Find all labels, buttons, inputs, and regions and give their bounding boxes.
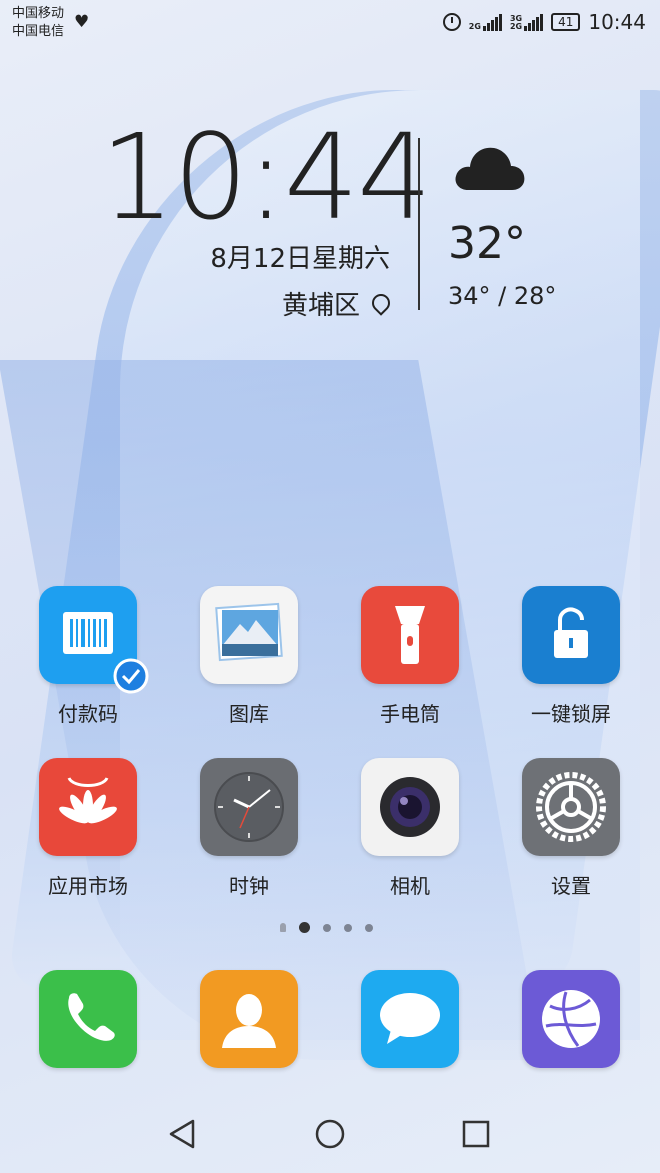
status-bar: 中国移动 中国电信 ♥ 2G 3G 2G 41 10:44 bbox=[0, 0, 660, 46]
health-icon: ♥ bbox=[74, 12, 90, 32]
flashlight-icon bbox=[361, 586, 459, 684]
app-label: 一键锁屏 bbox=[531, 702, 611, 726]
app-camera[interactable]: 相机 bbox=[340, 758, 480, 899]
messages-icon bbox=[361, 970, 459, 1068]
page-dot[interactable] bbox=[323, 923, 331, 932]
signal-icon bbox=[482, 13, 502, 31]
cloud-icon bbox=[455, 147, 525, 190]
page-dot[interactable] bbox=[365, 923, 373, 932]
gallery-icon bbox=[200, 586, 298, 684]
clock-icon bbox=[200, 758, 298, 856]
alarm-icon bbox=[442, 13, 461, 31]
carrier-1: 中国移动 bbox=[12, 6, 65, 21]
clock-time: 10:44 bbox=[100, 108, 432, 246]
status-time: 10:44 bbox=[588, 10, 646, 34]
signal-2: 3G 2G bbox=[509, 13, 544, 31]
app-label: 设置 bbox=[551, 874, 591, 898]
app-label: 应用市场 bbox=[48, 874, 128, 898]
page-dot-home[interactable] bbox=[280, 923, 286, 932]
carrier-labels: 中国移动 中国电信 bbox=[12, 5, 64, 41]
battery-icon: 41 bbox=[551, 13, 581, 31]
dock-contacts[interactable] bbox=[179, 970, 319, 1068]
app-label: 付款码 bbox=[58, 702, 118, 726]
recents-icon[interactable] bbox=[456, 1114, 496, 1154]
home-icon[interactable] bbox=[310, 1114, 350, 1154]
page-dot-active[interactable] bbox=[299, 922, 310, 933]
contacts-icon bbox=[200, 970, 298, 1068]
verified-badge-icon bbox=[113, 658, 149, 694]
lock-icon bbox=[522, 586, 620, 684]
signal-1: 2G bbox=[469, 13, 502, 31]
temperature-range: 34° / 28° bbox=[448, 282, 557, 310]
dock-browser[interactable] bbox=[501, 970, 641, 1068]
phone-icon bbox=[39, 970, 137, 1068]
barcode-icon bbox=[39, 586, 149, 694]
page-indicator[interactable] bbox=[280, 922, 373, 933]
app-flashlight[interactable]: 手电筒 bbox=[340, 586, 480, 727]
back-icon[interactable] bbox=[162, 1114, 202, 1154]
signal-icon bbox=[524, 13, 544, 31]
app-payment-code[interactable]: 付款码 bbox=[18, 586, 158, 727]
dock-phone[interactable] bbox=[18, 970, 158, 1068]
browser-icon bbox=[522, 970, 620, 1068]
appgallery-icon bbox=[39, 758, 137, 856]
network-type: 2G bbox=[468, 22, 481, 31]
page-dot[interactable] bbox=[344, 923, 352, 932]
app-label: 图库 bbox=[229, 702, 269, 726]
app-label: 时钟 bbox=[229, 874, 269, 898]
clock-location: 黄埔区 bbox=[100, 285, 394, 322]
navigation-bar bbox=[0, 1100, 660, 1173]
app-one-key-lock[interactable]: 一键锁屏 bbox=[501, 586, 641, 727]
dock-messages[interactable] bbox=[340, 970, 480, 1068]
widget-divider bbox=[418, 138, 420, 310]
camera-icon bbox=[361, 758, 459, 856]
carrier-2: 中国电信 bbox=[12, 24, 65, 39]
location-pin-icon bbox=[368, 290, 394, 316]
app-appgallery[interactable]: 应用市场 bbox=[18, 758, 158, 899]
current-temperature: 32° bbox=[448, 218, 526, 269]
app-label: 相机 bbox=[390, 874, 430, 898]
app-clock[interactable]: 时钟 bbox=[179, 758, 319, 899]
network-type: 3G 2G bbox=[509, 14, 523, 31]
app-settings[interactable]: 设置 bbox=[501, 758, 641, 899]
app-label: 手电筒 bbox=[380, 702, 440, 726]
app-gallery[interactable]: 图库 bbox=[179, 586, 319, 727]
settings-icon bbox=[522, 758, 620, 856]
clock-widget[interactable]: 10:44 8月12日星期六 黄埔区 bbox=[100, 108, 432, 322]
